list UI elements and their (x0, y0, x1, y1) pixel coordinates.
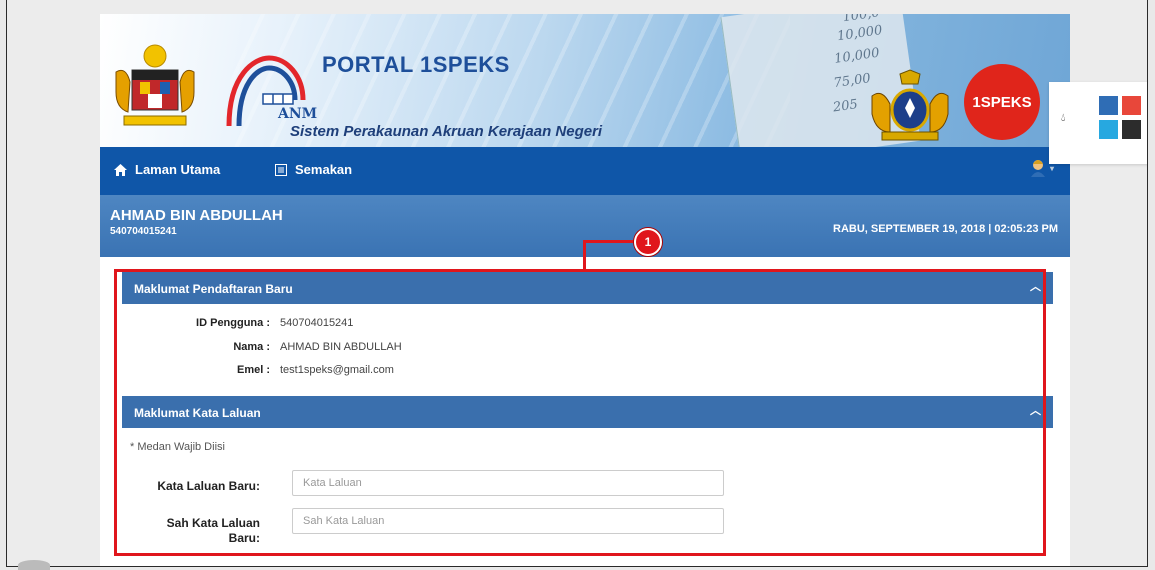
confirm-label-line2: Baru: (228, 531, 260, 545)
list-icon (275, 163, 287, 176)
header-banner: 100,0 10,000 10,000 75,00 205 PORTAL 1SP… (100, 14, 1070, 147)
annotation-connector (583, 240, 586, 270)
user-avatar-icon (1030, 160, 1045, 177)
main-navbar: Laman Utama Semakan ▾ (100, 147, 1070, 195)
id-value: 540704015241 (280, 317, 354, 329)
nav-laman-utama-label: Laman Utama (135, 162, 221, 177)
user-name: AHMAD BIN ABDULLAH (110, 207, 283, 224)
confirm-password-input[interactable] (292, 508, 724, 534)
malaysia-crest-logo (115, 44, 195, 126)
portal-subtitle: Sistem Perakaunan Akruan Kerajaan Negeri (290, 123, 603, 140)
id-label: ID Pengguna : (196, 317, 270, 329)
paper-number: 10,000 (833, 45, 881, 67)
emel-label: Emel : (236, 364, 270, 376)
droplet-icon[interactable]: 💧︎ (1061, 112, 1065, 125)
current-datetime: RABU, SEPTEMBER 19, 2018 | 02:05:23 PM (833, 223, 1058, 235)
swatch-red[interactable] (1122, 96, 1141, 115)
section-password-title: Maklumat Kata Laluan (134, 406, 261, 420)
confirm-label-line1: Sah Kata Laluan (166, 516, 260, 530)
nav-laman-utama[interactable]: Laman Utama (114, 162, 220, 177)
section-registration-title: Maklumat Pendaftaran Baru (134, 282, 293, 296)
portal-page: 100,0 10,000 10,000 75,00 205 PORTAL 1SP… (100, 14, 1070, 566)
swatch-dark[interactable] (1122, 120, 1141, 139)
nav-semakan[interactable]: Semakan (275, 162, 352, 177)
screenshot-frame: 100,0 10,000 10,000 75,00 205 PORTAL 1SP… (6, 0, 1148, 567)
nama-value: AHMAD BIN ABDULLAH (280, 341, 402, 353)
paper-number: 10,000 (836, 22, 884, 45)
chevron-down-icon: ▾ (1049, 163, 1054, 173)
confirm-password-label: Sah Kata Laluan Baru: (130, 516, 260, 546)
section-registration-header[interactable]: Maklumat Pendaftaran Baru ︿ (122, 272, 1053, 304)
1speks-badge-logo: 1SPEKS (964, 64, 1040, 140)
johor-crest-logo (871, 69, 949, 141)
annotation-connector (583, 240, 638, 243)
home-icon (114, 163, 127, 176)
swatch-light-blue[interactable] (1099, 120, 1118, 139)
theme-color-picker: 💧︎ (1049, 82, 1147, 164)
portal-title: PORTAL 1SPEKS (322, 52, 510, 77)
emel-value: test1speks@gmail.com (280, 364, 394, 376)
new-password-input[interactable] (292, 470, 724, 496)
chevron-up-icon[interactable]: ︿ (1030, 278, 1041, 294)
anm-label: ANM (278, 106, 318, 122)
chevron-up-icon[interactable]: ︿ (1030, 402, 1041, 418)
new-password-label: Kata Laluan Baru: (157, 479, 260, 493)
swatch-blue[interactable] (1099, 96, 1118, 115)
nama-label: Nama : (233, 341, 270, 353)
paper-number: 205 (832, 97, 859, 116)
required-note: * Medan Wajib Diisi (130, 441, 225, 453)
user-id-number: 540704015241 (110, 226, 177, 237)
annotation-callout-number: 1 (634, 228, 662, 256)
nav-semakan-label: Semakan (295, 162, 353, 177)
section-password-header[interactable]: Maklumat Kata Laluan ︿ (122, 396, 1053, 428)
